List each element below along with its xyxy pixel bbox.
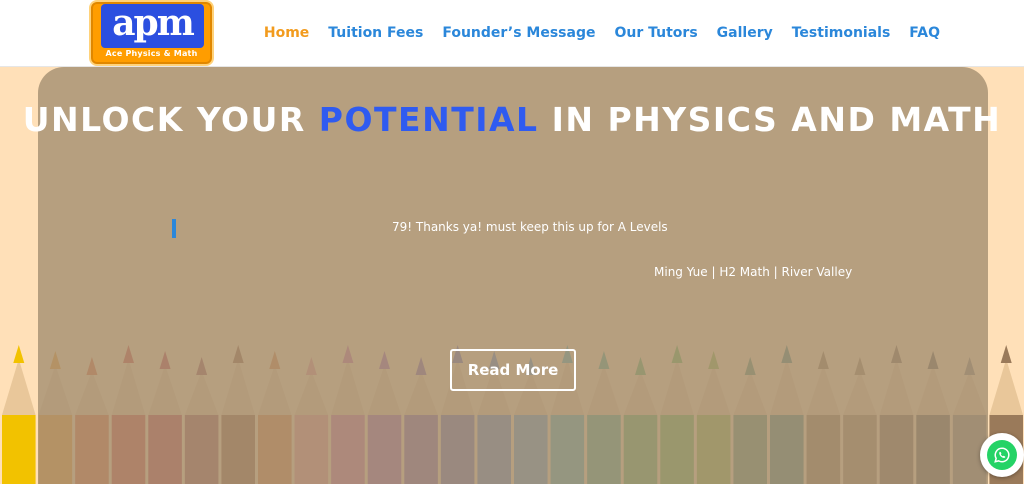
nav-item-testimonials[interactable]: Testimonials bbox=[792, 25, 891, 41]
hero-title-end: IN PHYSICS AND MATH bbox=[538, 100, 1002, 139]
whatsapp-button[interactable] bbox=[980, 433, 1024, 477]
testimonial-author: Ming Yue | H2 Math | River Valley bbox=[654, 265, 853, 279]
pencil-wood bbox=[989, 359, 1023, 415]
whatsapp-icon bbox=[987, 440, 1017, 470]
nav-item-gallery[interactable]: Gallery bbox=[717, 25, 773, 41]
nav-item-our-tutors[interactable]: Our Tutors bbox=[614, 25, 697, 41]
testimonial-text: 79! Thanks ya! must keep this up for A L… bbox=[392, 220, 668, 234]
main-nav: Home Tuition Fees Founder’s Message Our … bbox=[264, 22, 940, 44]
pencil-tip bbox=[1000, 345, 1012, 363]
site-header: apm Ace Physics & Math Home Tuition Fees… bbox=[0, 0, 1024, 67]
pencil-body bbox=[2, 415, 36, 484]
hero-title-accent: POTENTIAL bbox=[318, 100, 539, 139]
logo-tagline: Ace Physics & Math bbox=[105, 49, 198, 58]
hero-title: UNLOCK YOUR POTENTIAL IN PHYSICS AND MAT… bbox=[0, 100, 1024, 139]
read-more-button[interactable]: Read More bbox=[450, 349, 576, 391]
logo-mark: apm bbox=[101, 4, 204, 48]
quote-marker bbox=[172, 219, 176, 238]
nav-item-founders-message[interactable]: Founder’s Message bbox=[442, 25, 595, 41]
site-logo[interactable]: apm Ace Physics & Math bbox=[89, 0, 214, 66]
logo-mark-text: apm bbox=[112, 2, 195, 44]
hero-title-start: UNLOCK YOUR bbox=[22, 100, 319, 139]
pencil-wood bbox=[2, 359, 36, 415]
nav-item-home[interactable]: Home bbox=[264, 25, 309, 41]
nav-item-tuition-fees[interactable]: Tuition Fees bbox=[328, 25, 423, 41]
nav-item-faq[interactable]: FAQ bbox=[909, 25, 940, 41]
pencil-tip bbox=[13, 345, 25, 363]
